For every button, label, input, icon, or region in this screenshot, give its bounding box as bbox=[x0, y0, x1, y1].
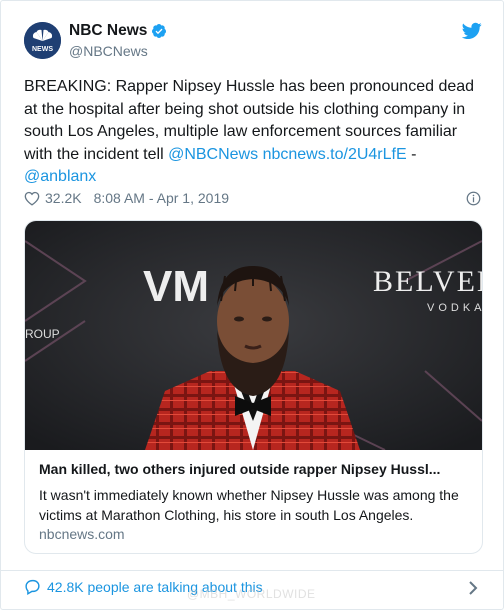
nbc-avatar[interactable]: NEWS bbox=[24, 22, 61, 59]
footer-divider bbox=[1, 570, 503, 571]
link-preview-card[interactable]: VM BELVED VODKA ROUP Man killed, two bbox=[24, 220, 483, 554]
watermark-text: @MBH_WORLDWIDE bbox=[187, 587, 316, 601]
info-icon[interactable] bbox=[466, 191, 481, 206]
link-card-description: It wasn't immediately known whether Nips… bbox=[39, 487, 459, 523]
like-count[interactable]: 32.2K bbox=[45, 190, 82, 206]
tweet-meta: 32.2K 8:08 AM - Apr 1, 2019 bbox=[24, 190, 229, 206]
mention-nbcnews-link[interactable]: @NBCNews bbox=[168, 146, 258, 163]
tweet-separator: - bbox=[406, 145, 417, 163]
account-name-row[interactable]: NBC News bbox=[69, 22, 167, 40]
heart-icon[interactable] bbox=[24, 191, 40, 206]
svg-text:VM: VM bbox=[143, 262, 209, 311]
account-name[interactable]: NBC News bbox=[69, 22, 147, 40]
mention-anblanx-link[interactable]: @anblanx bbox=[24, 168, 96, 185]
svg-text:NEWS: NEWS bbox=[32, 46, 53, 53]
tweet-card: NEWS NBC News @NBCNews BREAKING: Rapper … bbox=[0, 0, 504, 610]
short-url-link[interactable]: nbcnews.to/2U4rLfE bbox=[263, 146, 407, 163]
link-card-title[interactable]: Man killed, two others injured outside r… bbox=[39, 461, 469, 477]
chevron-right-icon[interactable] bbox=[467, 580, 479, 596]
svg-text:VODKA: VODKA bbox=[427, 302, 482, 314]
svg-text:BELVED: BELVED bbox=[373, 265, 482, 298]
article-photo: VM BELVED VODKA ROUP bbox=[25, 221, 482, 450]
link-card-domain: nbcnews.com bbox=[39, 526, 125, 542]
speech-bubble-icon bbox=[25, 579, 40, 595]
verified-badge-icon bbox=[152, 24, 167, 38]
svg-text:ROUP: ROUP bbox=[25, 327, 60, 341]
tweet-text: BREAKING: Rapper Nipsey Hussle has been … bbox=[24, 76, 484, 189]
tweet-timestamp[interactable]: 8:08 AM - Apr 1, 2019 bbox=[94, 190, 229, 206]
twitter-bird-icon[interactable] bbox=[462, 22, 482, 40]
account-handle[interactable]: @NBCNews bbox=[69, 43, 148, 59]
nbc-peacock-icon: NEWS bbox=[24, 22, 61, 59]
